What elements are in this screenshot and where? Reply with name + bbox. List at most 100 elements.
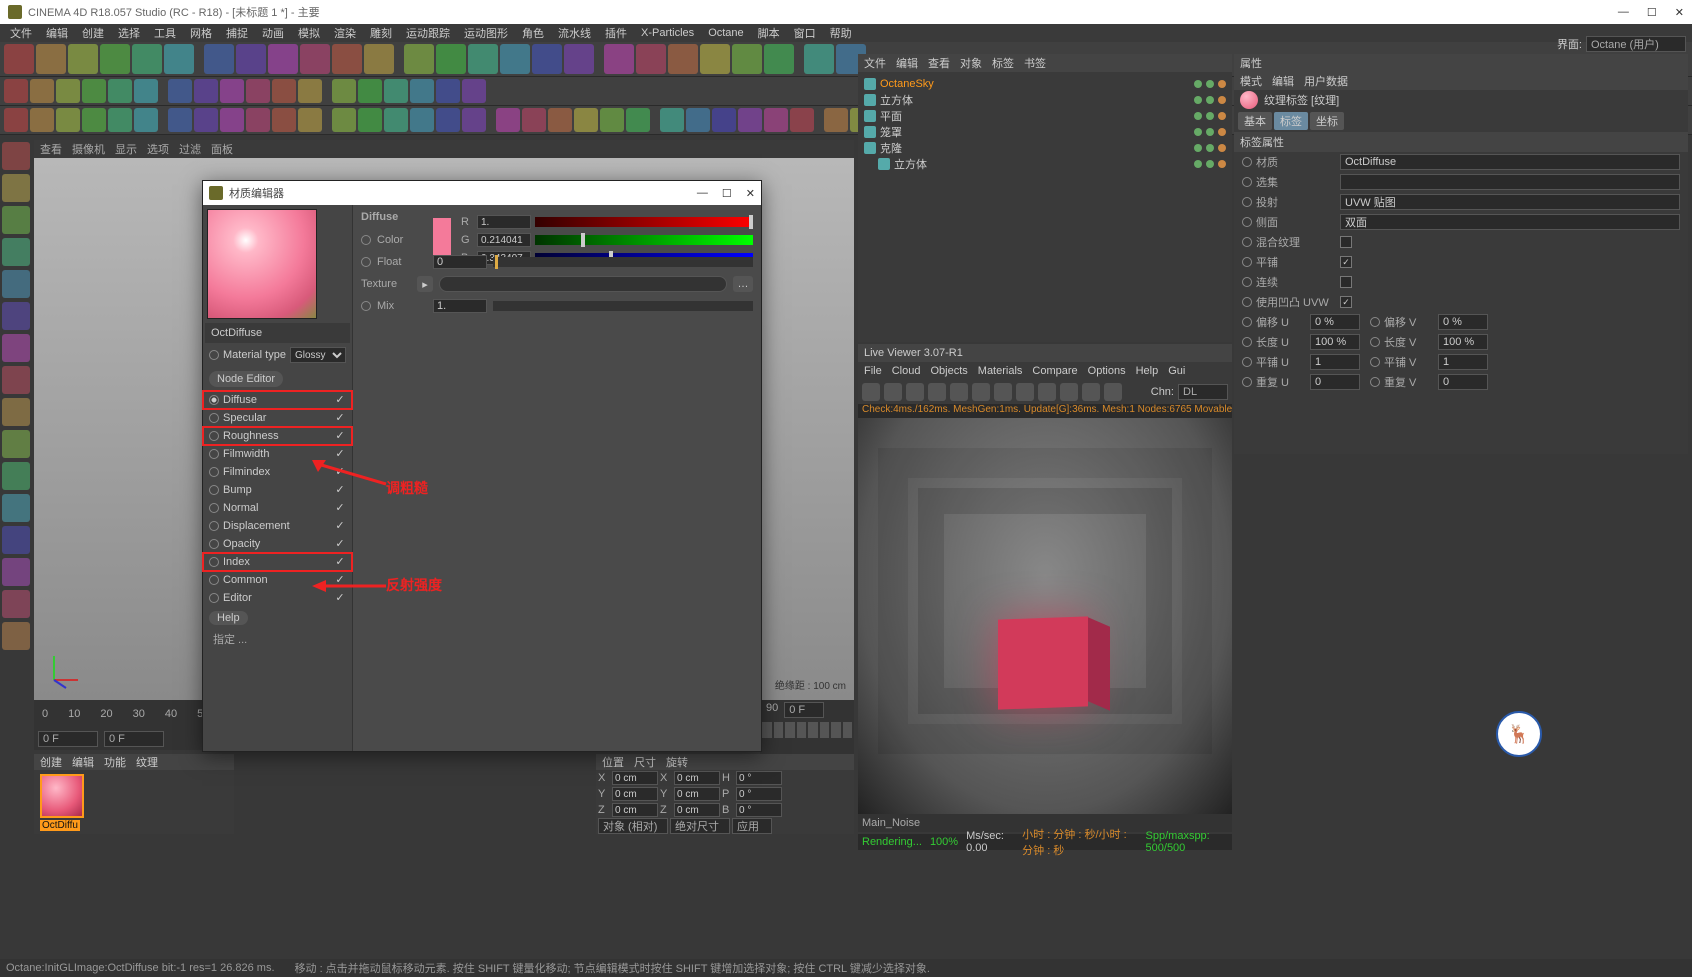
matmgr-menu-item[interactable]: 创建 (40, 754, 62, 770)
menu-角色[interactable]: 角色 (516, 25, 550, 41)
menu-窗口[interactable]: 窗口 (788, 25, 822, 41)
coord-input[interactable] (736, 803, 782, 817)
lv-tool[interactable] (1038, 383, 1056, 401)
tool-button[interactable] (168, 79, 192, 103)
tool-button[interactable] (30, 79, 54, 103)
dialog-close[interactable]: ✕ (746, 187, 755, 200)
channel-check[interactable]: ✓ (334, 394, 346, 406)
tool-button[interactable] (436, 108, 460, 132)
channel-check[interactable]: ✓ (334, 430, 346, 442)
side-tool[interactable] (2, 302, 30, 330)
tool-button[interactable] (626, 108, 650, 132)
menu-Octane[interactable]: Octane (702, 27, 749, 39)
tool-button[interactable] (332, 79, 356, 103)
texture-arrow-button[interactable]: ▸ (417, 276, 433, 292)
tool-button[interactable] (108, 79, 132, 103)
tool-button[interactable] (134, 108, 158, 132)
channel-check[interactable]: ✓ (334, 556, 346, 568)
attr-menu-item[interactable]: 用户数据 (1304, 73, 1348, 89)
lv-menu-item[interactable]: Help (1136, 365, 1159, 377)
texture-slot[interactable] (439, 276, 727, 292)
tool-button[interactable] (332, 44, 362, 74)
tool-button[interactable] (4, 79, 28, 103)
texture-browse-button[interactable]: … (733, 276, 753, 292)
menu-X-Particles[interactable]: X-Particles (635, 27, 700, 39)
object-row[interactable]: 立方体 (864, 156, 1226, 172)
tool-button[interactable] (82, 79, 106, 103)
lv-tool[interactable] (972, 383, 990, 401)
tool-button[interactable] (364, 44, 394, 74)
transport-button[interactable] (785, 722, 795, 738)
tool-button[interactable] (824, 108, 848, 132)
tool-button[interactable] (298, 108, 322, 132)
channel-check[interactable]: ✓ (334, 502, 346, 514)
side-tool[interactable] (2, 526, 30, 554)
channel-row-filmindex[interactable]: Filmindex✓ (203, 463, 352, 481)
transport-button[interactable] (843, 722, 853, 738)
menu-文件[interactable]: 文件 (4, 25, 38, 41)
lv-menu-item[interactable]: Cloud (892, 365, 921, 377)
side-tool[interactable] (2, 238, 30, 266)
tool-button[interactable] (298, 79, 322, 103)
tool-button[interactable] (4, 108, 28, 132)
tool-button[interactable] (384, 79, 408, 103)
tool-button[interactable] (738, 108, 762, 132)
coord-input[interactable] (674, 803, 720, 817)
attr-field-value[interactable]: 双面 (1340, 214, 1680, 230)
attr-tab[interactable]: 坐标 (1310, 112, 1344, 130)
help-button[interactable]: Help (209, 611, 248, 625)
menu-运动图形[interactable]: 运动图形 (458, 25, 514, 41)
transport-button[interactable] (820, 722, 830, 738)
channel-row-opacity[interactable]: Opacity✓ (203, 535, 352, 553)
dialog-titlebar[interactable]: 材质编辑器 — ☐ ✕ (203, 181, 761, 205)
attr-menu-item[interactable]: 编辑 (1272, 73, 1294, 89)
attr-grid-val[interactable]: 0 % (1310, 314, 1360, 330)
tool-button[interactable] (636, 44, 666, 74)
attr-checkbox[interactable] (1340, 236, 1352, 248)
tool-button[interactable] (358, 79, 382, 103)
float-value[interactable]: 0 (433, 255, 487, 269)
tool-button[interactable] (56, 79, 80, 103)
timeline-end[interactable]: 0 F (104, 731, 164, 747)
channel-check[interactable]: ✓ (334, 466, 346, 478)
channel-row-index[interactable]: Index✓ (203, 553, 352, 571)
attr-checkbox[interactable] (1340, 256, 1352, 268)
object-row[interactable]: 平面 (864, 108, 1226, 124)
tool-button[interactable] (246, 108, 270, 132)
transport-button[interactable] (808, 722, 818, 738)
tool-button[interactable] (134, 79, 158, 103)
tool-button[interactable] (574, 108, 598, 132)
coord-input[interactable] (612, 771, 658, 785)
viewport-menu-item[interactable]: 显示 (115, 141, 137, 157)
channel-check[interactable]: ✓ (334, 484, 346, 496)
side-tool[interactable] (2, 590, 30, 618)
tool-button[interactable] (246, 79, 270, 103)
attr-grid-val[interactable]: 100 % (1310, 334, 1360, 350)
side-tool[interactable] (2, 494, 30, 522)
transport-button[interactable] (831, 722, 841, 738)
dialog-minimize[interactable]: — (697, 187, 708, 200)
channel-row-roughness[interactable]: Roughness✓ (203, 427, 352, 445)
attr-tab[interactable]: 基本 (1238, 112, 1272, 130)
viewport-menu-item[interactable]: 查看 (40, 141, 62, 157)
transport-button[interactable] (797, 722, 807, 738)
tool-button[interactable] (712, 108, 736, 132)
attr-menu-item[interactable]: 模式 (1240, 73, 1262, 89)
menu-网格[interactable]: 网格 (184, 25, 218, 41)
objmgr-menu-item[interactable]: 编辑 (896, 55, 918, 71)
lv-tool[interactable] (862, 383, 880, 401)
object-row[interactable]: 立方体 (864, 92, 1226, 108)
menu-工具[interactable]: 工具 (148, 25, 182, 41)
tool-button[interactable] (532, 44, 562, 74)
tool-button[interactable] (268, 44, 298, 74)
menu-选择[interactable]: 选择 (112, 25, 146, 41)
lv-tool[interactable] (1060, 383, 1078, 401)
menu-渲染[interactable]: 渲染 (328, 25, 362, 41)
channel-check[interactable]: ✓ (334, 592, 346, 604)
side-tool[interactable] (2, 430, 30, 458)
tool-button[interactable] (732, 44, 762, 74)
tool-button[interactable] (462, 79, 486, 103)
tool-button[interactable] (332, 108, 356, 132)
timeline-start[interactable]: 0 F (38, 731, 98, 747)
lv-chn-value[interactable]: DL (1178, 384, 1228, 400)
